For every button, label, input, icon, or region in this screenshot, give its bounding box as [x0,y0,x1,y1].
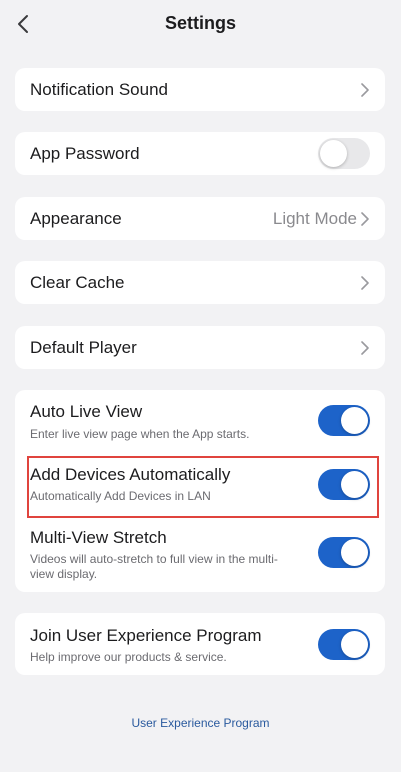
appearance-value: Light Mode [272,209,357,228]
notification-sound-label: Notification Sound [30,80,168,99]
chevron-right-icon [361,341,369,355]
user-experience-program-link[interactable]: User Experience Program [0,716,401,730]
chevron-right-icon [361,276,369,290]
join-user-experience-toggle[interactable] [318,629,370,660]
auto-live-view-toggle[interactable] [318,405,370,436]
toggle-knob [341,539,368,566]
toggle-knob [341,631,368,658]
auto-live-view-subtitle: Enter live view page when the App starts… [30,427,250,441]
join-user-experience-row: Join User Experience Program Help improv… [15,613,385,675]
highlight-box [27,456,379,518]
multi-view-stretch-toggle[interactable] [318,537,370,568]
default-player-row[interactable]: Default Player [15,326,385,369]
appearance-row[interactable]: Appearance Light Mode [15,197,385,240]
auto-live-view-label: Auto Live View [30,402,143,421]
multi-view-stretch-row: Multi-View Stretch Videos will auto-stre… [15,522,385,592]
toggle-knob [341,407,368,434]
chevron-right-icon [361,212,369,226]
multi-view-stretch-label: Multi-View Stretch [30,528,167,547]
clear-cache-row[interactable]: Clear Cache [15,261,385,304]
app-password-row: App Password [15,132,385,175]
multi-view-stretch-subtitle: Videos will auto-stretch to full view in… [30,552,278,581]
chevron-right-icon [361,83,369,97]
app-password-toggle[interactable] [318,138,370,169]
page-title: Settings [164,13,236,33]
appearance-label: Appearance [30,209,122,228]
join-user-experience-label: Join User Experience Program [30,626,262,645]
navigation-bar: Settings [0,0,401,50]
auto-live-view-row: Auto Live View Enter live view page when… [15,390,385,454]
join-user-experience-subtitle: Help improve our products & service. [30,650,227,664]
default-player-label: Default Player [30,338,137,357]
toggle-knob [320,140,347,167]
clear-cache-label: Clear Cache [30,273,125,292]
notification-sound-row[interactable]: Notification Sound [15,68,385,111]
app-password-label: App Password [30,144,140,163]
